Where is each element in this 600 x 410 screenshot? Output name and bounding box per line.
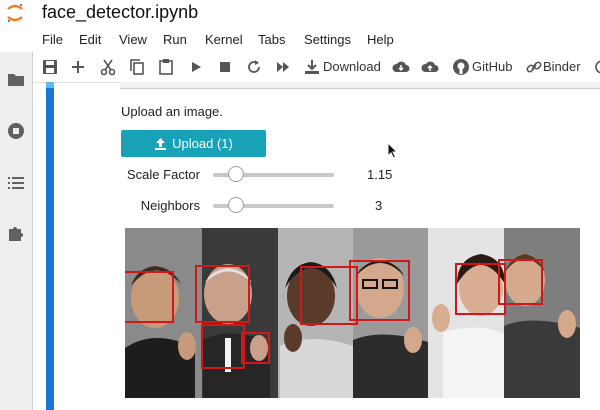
neighbors-label: Neighbors	[140, 198, 200, 213]
active-cell-indicator	[46, 82, 54, 410]
binder-link-icon[interactable]	[525, 58, 543, 76]
menu-bar: File Edit View Run Kernel Tabs Settings …	[0, 28, 600, 52]
more-icon[interactable]	[593, 58, 600, 76]
menu-view[interactable]: View	[119, 32, 147, 47]
menu-help[interactable]: Help	[367, 32, 394, 47]
cut-icon[interactable]	[99, 58, 117, 76]
menu-edit[interactable]: Edit	[79, 32, 101, 47]
scale-factor-value: 1.15	[367, 167, 393, 182]
menu-settings[interactable]: Settings	[304, 32, 351, 47]
detected-face-box	[201, 324, 245, 369]
github-icon[interactable]	[452, 58, 470, 76]
upload-button[interactable]: Upload (1)	[121, 130, 266, 157]
paste-icon[interactable]	[157, 58, 175, 76]
copy-icon[interactable]	[128, 58, 146, 76]
github-label[interactable]: GitHub	[472, 59, 512, 74]
scale-factor-label: Scale Factor	[127, 167, 200, 182]
menu-tabs[interactable]: Tabs	[258, 32, 285, 47]
run-all-icon[interactable]	[274, 58, 292, 76]
folder-icon[interactable]	[7, 70, 25, 88]
upload-icon	[155, 138, 167, 150]
detected-face-box	[125, 271, 174, 323]
detected-face-box	[498, 259, 543, 305]
menu-run[interactable]: Run	[163, 32, 187, 47]
left-sidebar	[0, 52, 33, 410]
running-stop-icon[interactable]	[7, 122, 25, 140]
download-icon[interactable]	[303, 58, 321, 76]
cell-indicator-top	[46, 82, 54, 88]
detected-face-box	[195, 265, 250, 323]
binder-label[interactable]: Binder	[543, 59, 581, 74]
title-bar: face_detector.ipynb	[0, 0, 600, 26]
add-cell-icon[interactable]	[69, 58, 87, 76]
download-label[interactable]: Download	[323, 59, 381, 74]
stop-icon[interactable]	[216, 58, 234, 76]
neighbors-thumb[interactable]	[227, 197, 244, 213]
cloud-download-icon[interactable]	[392, 58, 410, 76]
cell-input-edge	[120, 82, 600, 89]
notebook-title: face_detector.ipynb	[42, 2, 199, 22]
face-detection-output-image	[125, 228, 580, 398]
extension-puzzle-icon[interactable]	[7, 224, 25, 242]
jupyter-logo-icon	[7, 3, 23, 23]
neighbors-value: 3	[375, 198, 383, 213]
detected-face-box	[349, 260, 410, 321]
mouse-cursor-icon	[387, 142, 399, 159]
detected-face-box	[241, 332, 270, 364]
upload-button-label: Upload (1)	[172, 136, 233, 151]
scale-factor-thumb[interactable]	[227, 166, 244, 182]
restart-icon[interactable]	[245, 58, 263, 76]
menu-kernel[interactable]: Kernel	[205, 32, 243, 47]
cloud-upload-icon[interactable]	[421, 58, 439, 76]
menu-file[interactable]: File	[42, 32, 63, 47]
save-icon[interactable]	[41, 58, 59, 76]
table-of-contents-icon[interactable]	[7, 174, 25, 192]
notebook-toolbar: Download GitHub Binder	[33, 52, 600, 83]
upload-prompt: Upload an image.	[121, 104, 223, 119]
run-icon[interactable]	[187, 58, 205, 76]
